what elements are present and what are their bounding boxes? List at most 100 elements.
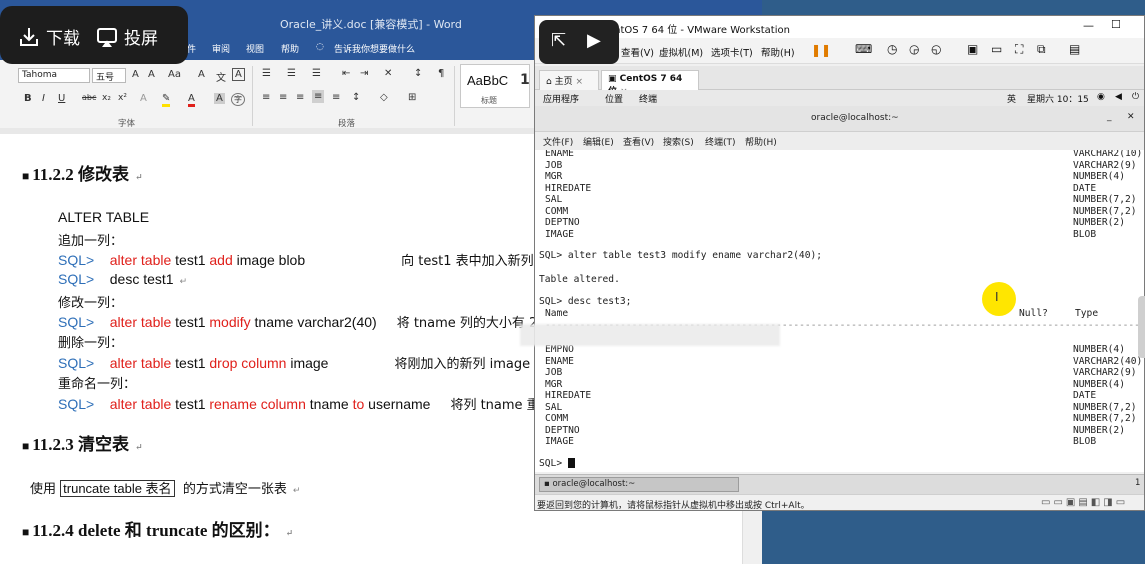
chinese-layout-icon[interactable]: ✕ xyxy=(384,68,392,79)
italic-icon[interactable]: I xyxy=(42,93,45,104)
multilevel-list-icon[interactable]: ☰ xyxy=(312,68,321,79)
menu-view[interactable]: 视图 xyxy=(246,42,264,55)
sort-icon[interactable]: ↕ xyxy=(414,68,422,79)
vm-menu-help[interactable]: 帮助(H) xyxy=(761,45,795,59)
char-shading-icon[interactable]: A xyxy=(214,93,225,104)
console-view-icon[interactable]: ▭ xyxy=(991,42,1002,56)
exit-fullscreen-icon[interactable]: ⇱ xyxy=(551,30,566,51)
decrease-indent-icon[interactable]: ⇤ xyxy=(342,68,350,79)
align-center-icon[interactable]: ≡ xyxy=(279,92,287,103)
font-color-icon[interactable]: A xyxy=(188,93,195,107)
bold-icon[interactable]: B xyxy=(24,93,32,104)
term-menu-terminal[interactable]: 终端(T) xyxy=(705,135,736,148)
menu-help[interactable]: 帮助 xyxy=(281,42,299,55)
sidebar-toggle-icon[interactable]: ▣ xyxy=(967,42,978,56)
workspace-indicator[interactable]: 1 xyxy=(1135,478,1140,488)
maximize-icon[interactable]: ☐ xyxy=(1111,18,1121,31)
enclose-char-icon[interactable]: 字 xyxy=(231,93,245,106)
clear-format-icon[interactable]: A xyxy=(198,69,205,80)
tab-home[interactable]: ⌂ 主页 × xyxy=(539,70,599,90)
term-menu-view[interactable]: 查看(V) xyxy=(623,135,654,148)
font-name-select[interactable]: Tahoma xyxy=(18,68,90,83)
grow-font-icon[interactable]: A xyxy=(132,69,139,80)
strikethrough-icon[interactable]: abc xyxy=(82,93,96,102)
column-header-name: Name xyxy=(545,308,569,319)
heading-11-2-3: ■ 11.2.3 清空表 ↵ xyxy=(22,435,143,454)
term-menu-file[interactable]: 文件(F) xyxy=(543,135,573,148)
align-left-icon[interactable]: ≡ xyxy=(262,92,270,103)
places-menu[interactable]: 位置 xyxy=(605,92,623,105)
style-sample-2[interactable]: 1 xyxy=(520,72,530,88)
terminal-menu[interactable]: 终端 xyxy=(639,92,657,105)
device-icons[interactable]: ▭▭▣▤◧◨▭ xyxy=(1041,497,1128,508)
term-minimize-icon[interactable]: _ xyxy=(1107,112,1112,122)
numbering-icon[interactable]: ☰ xyxy=(287,68,296,79)
bullets-icon[interactable]: ☰ xyxy=(262,68,271,79)
volume-icon[interactable]: ◀ xyxy=(1115,92,1122,102)
tell-me-search[interactable]: 告诉我你想要做什么 xyxy=(334,42,415,55)
floating-control-buttons: ⇱ ▶ xyxy=(539,20,619,64)
drop-column-label: 删除一列： xyxy=(58,336,124,351)
shrink-font-icon[interactable]: A xyxy=(148,69,155,80)
blurred-region xyxy=(520,324,780,346)
distributed-icon[interactable]: ≡ xyxy=(332,92,340,103)
snapshot-revert-icon[interactable]: ◶ xyxy=(909,42,919,56)
unity-icon[interactable]: ⧉ xyxy=(1037,42,1046,57)
increase-indent-icon[interactable]: ⇥ xyxy=(360,68,368,79)
terminal-title-bar: oracle@localhost:~ _ ✕ xyxy=(535,106,1144,132)
justify-icon[interactable]: ≡ xyxy=(312,90,325,103)
term-menu-help[interactable]: 帮助(H) xyxy=(745,135,777,148)
desc-column-type: NUMBER(7,2) xyxy=(1073,413,1137,424)
align-right-icon[interactable]: ≡ xyxy=(296,92,304,103)
send-ctrl-alt-del-icon[interactable]: ⌨ xyxy=(855,42,872,56)
desc-column-type: NUMBER(4) xyxy=(1073,344,1125,355)
term-menu-search[interactable]: 搜索(S) xyxy=(663,135,694,148)
record-play-icon[interactable]: ▶ xyxy=(587,30,601,51)
taskbar-terminal-item[interactable]: ▪ oracle@localhost:~ xyxy=(539,477,739,492)
sql-prompt-line: SQL> xyxy=(539,458,575,469)
show-marks-icon[interactable]: ¶ xyxy=(438,68,444,79)
desc-column-name: SAL xyxy=(545,401,563,413)
clock[interactable]: 星期六 10：15 xyxy=(1027,92,1089,105)
highlight-icon[interactable]: ✎ xyxy=(162,93,171,107)
superscript-icon[interactable]: x² xyxy=(118,93,127,103)
text-effects-icon[interactable]: A xyxy=(140,93,147,104)
font-size-select[interactable]: 五号 xyxy=(92,68,126,83)
edge-handle[interactable] xyxy=(1138,296,1145,358)
desc-column-name: DEPTNO xyxy=(545,217,580,228)
underline-icon[interactable]: U xyxy=(58,93,65,104)
download-button[interactable]: 下载 xyxy=(18,24,80,49)
library-icon[interactable]: ▤ xyxy=(1069,42,1080,56)
vm-menu-view[interactable]: 查看(V) xyxy=(621,45,654,59)
network-icon[interactable]: ◉ xyxy=(1097,92,1105,102)
char-border-icon[interactable]: A xyxy=(232,68,245,81)
close-icon[interactable]: × xyxy=(575,77,583,87)
terminal-icon: ▪ xyxy=(544,479,550,489)
home-icon: ⌂ xyxy=(546,77,552,87)
input-method-indicator[interactable]: 英 xyxy=(1007,92,1016,105)
shading-icon[interactable]: ◇ xyxy=(380,92,388,103)
cast-button[interactable]: 投屏 xyxy=(96,24,158,49)
term-menu-edit[interactable]: 编辑(E) xyxy=(583,135,614,148)
pause-icon[interactable]: ❚❚ xyxy=(811,43,831,57)
power-icon[interactable]: ⏻ xyxy=(1132,92,1139,102)
sql-line-add: SQL> alter table test1 add image blob 向 t… xyxy=(58,252,534,269)
applications-menu[interactable]: 应用程序 xyxy=(543,92,579,105)
phonetic-icon[interactable]: 文 xyxy=(216,69,226,84)
change-case-icon[interactable]: Aa xyxy=(168,69,181,80)
subscript-icon[interactable]: x₂ xyxy=(102,93,111,103)
ribbon-divider xyxy=(454,66,455,126)
tab-centos[interactable]: ▣ CentOS 7 64 位 × xyxy=(601,70,699,97)
snapshot-icon[interactable]: ◷ xyxy=(887,42,897,56)
vm-menu-vm[interactable]: 虚拟机(M) xyxy=(659,45,703,59)
fullscreen-icon[interactable]: ⛶ xyxy=(1015,42,1023,57)
menu-review[interactable]: 审阅 xyxy=(212,42,230,55)
minimize-icon[interactable]: — xyxy=(1083,19,1094,32)
borders-icon[interactable]: ⊞ xyxy=(408,92,416,103)
line-spacing-icon[interactable]: ↕ xyxy=(352,92,360,103)
vm-menu-tabs[interactable]: 选项卡(T) xyxy=(711,45,753,59)
terminal-output[interactable]: ENAME VARCHAR2(10) JOB VARCHAR2(9) MGR NUMBER… xyxy=(535,150,1144,472)
desc-column-type: BLOB xyxy=(1073,436,1097,447)
snapshot-manager-icon[interactable]: ◵ xyxy=(931,42,941,56)
term-close-icon[interactable]: ✕ xyxy=(1127,112,1135,122)
